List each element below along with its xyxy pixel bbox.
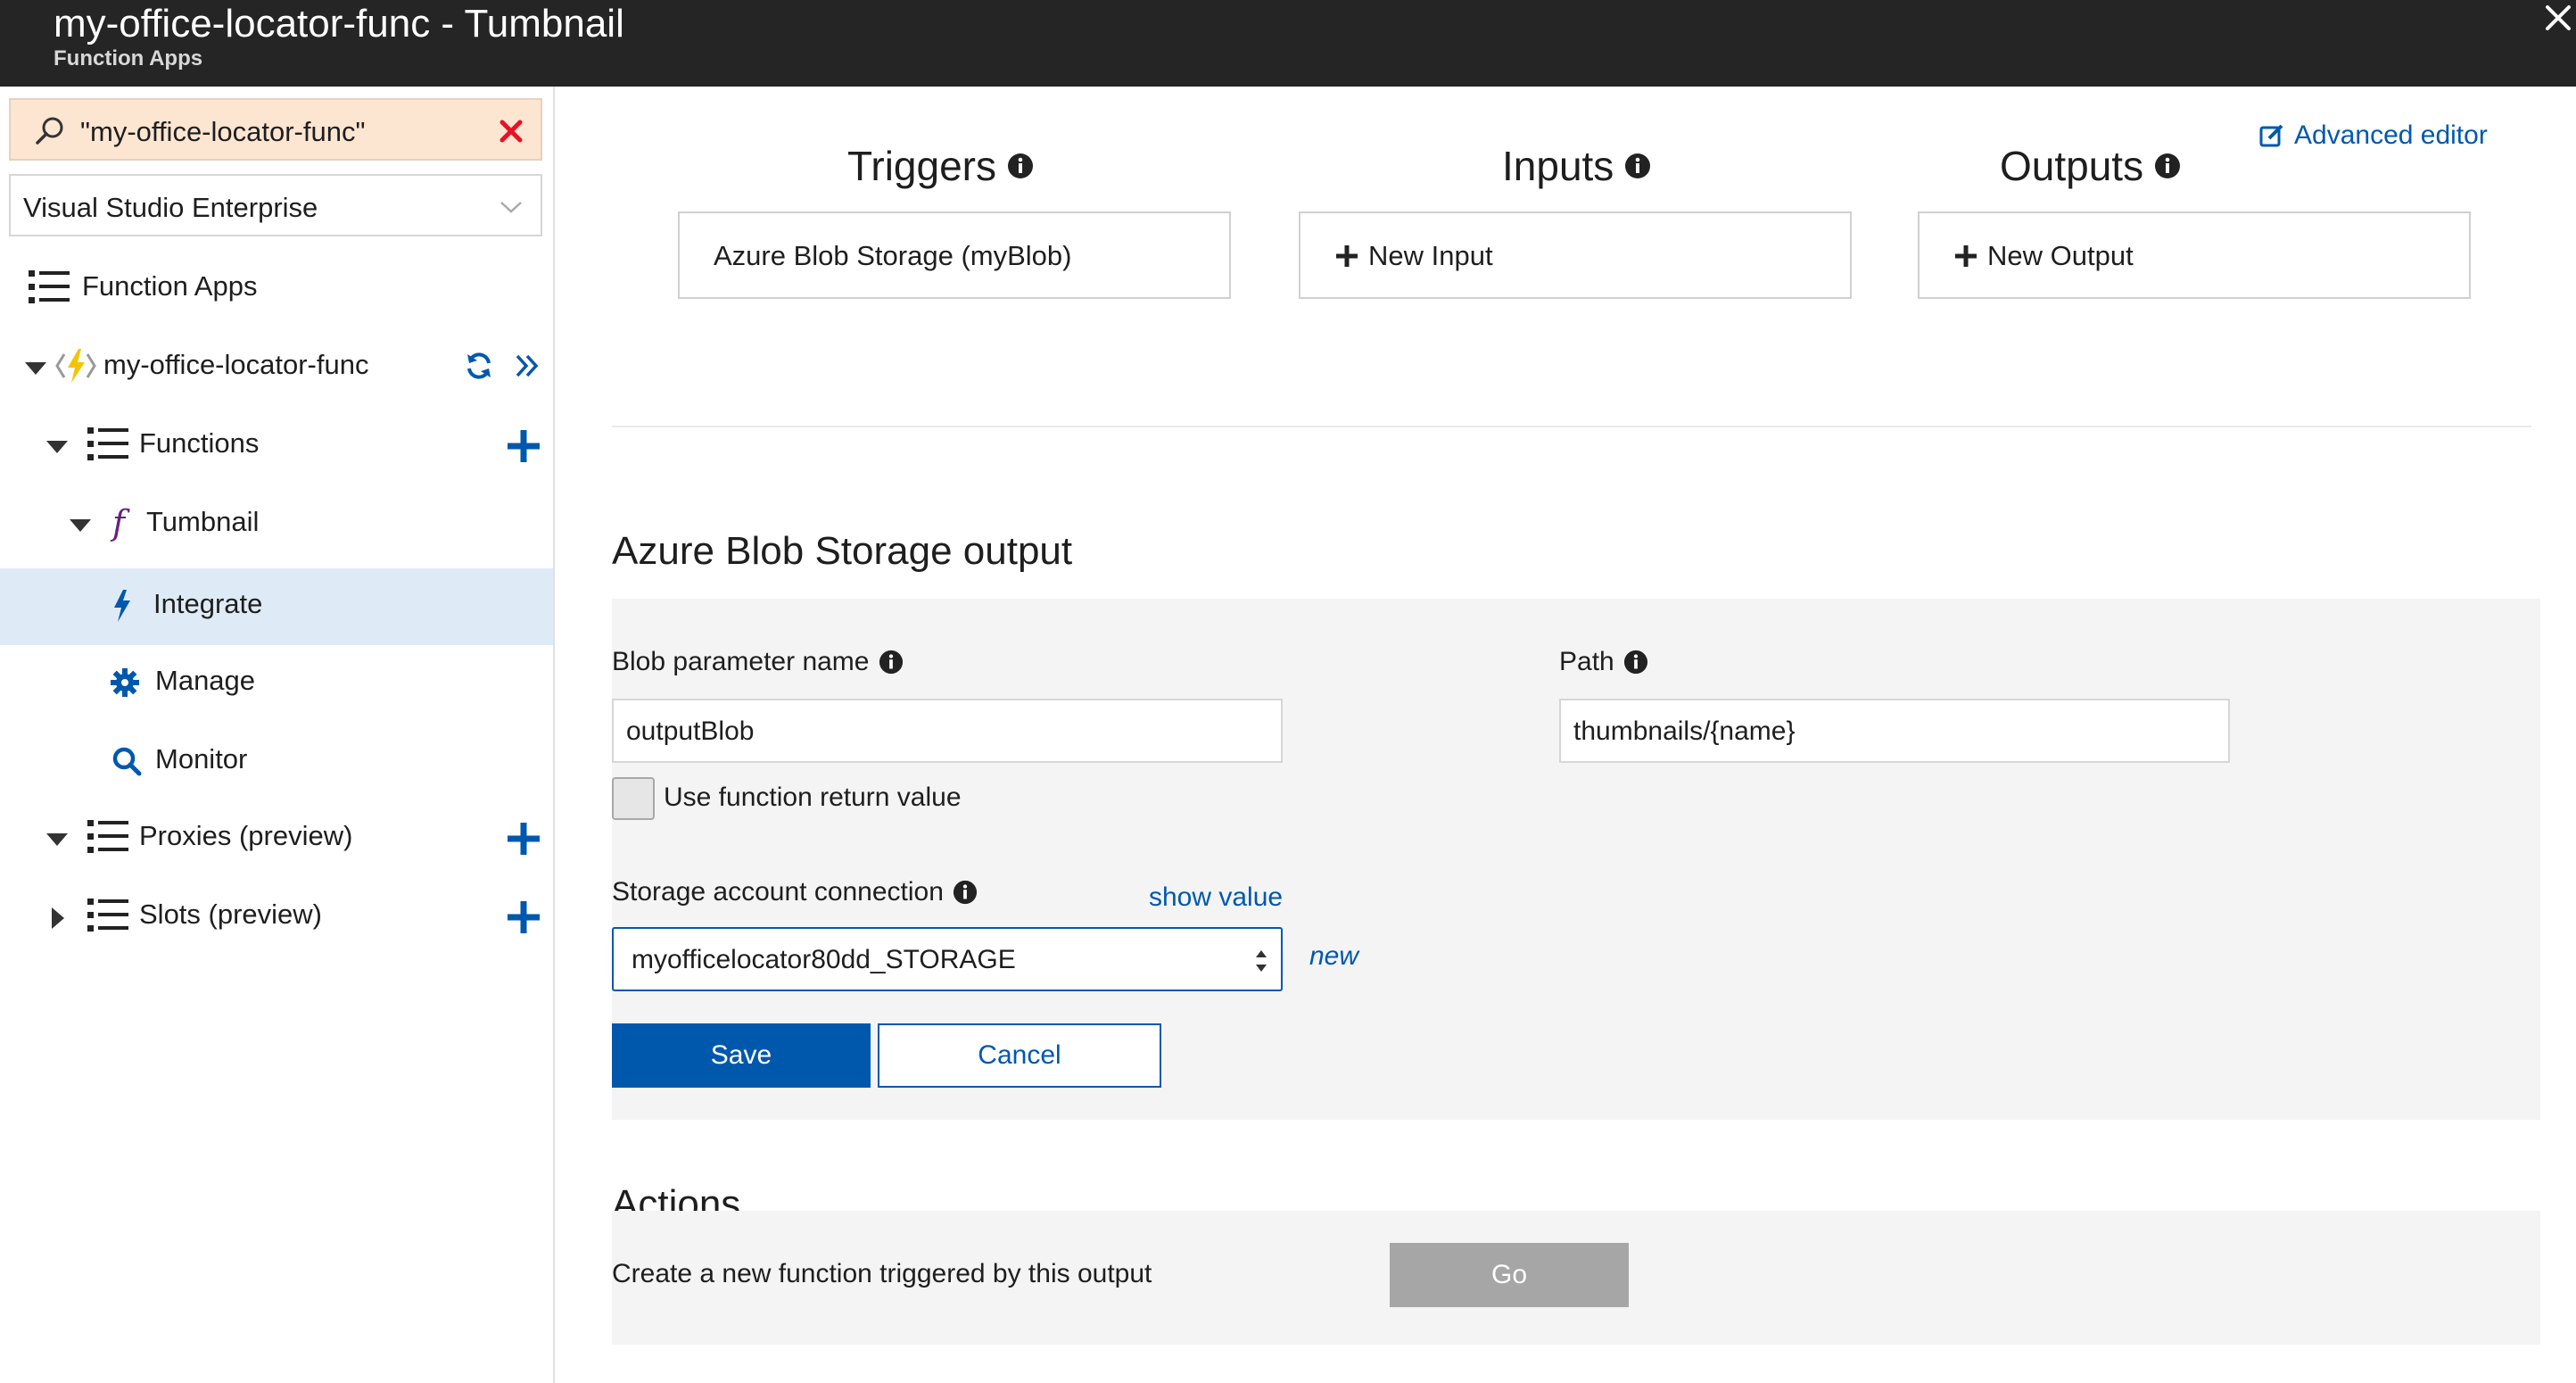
- new-input-label: New Input: [1368, 240, 1493, 271]
- inputs-heading: Inputs: [1502, 142, 1651, 190]
- info-icon[interactable]: [1007, 153, 1034, 179]
- sidebar-item-label: Functions: [139, 427, 260, 459]
- info-icon[interactable]: [2154, 153, 2181, 179]
- cancel-button[interactable]: Cancel: [878, 1023, 1161, 1088]
- blob-param-input[interactable]: outputBlob: [612, 699, 1283, 763]
- select-arrows-icon: [1256, 950, 1267, 972]
- caret-right-icon[interactable]: [46, 906, 71, 931]
- main-content: Advanced editor Triggers Inputs Outputs …: [557, 87, 2576, 1383]
- list-icon: [86, 895, 130, 936]
- path-label: Path: [1559, 647, 1648, 677]
- function-icon: f: [109, 502, 136, 543]
- search-icon: [111, 745, 143, 777]
- caret-down-icon[interactable]: [45, 827, 70, 852]
- sidebar-item-function-apps[interactable]: Function Apps: [0, 251, 553, 327]
- subscription-value: Visual Studio Enterprise: [23, 192, 318, 223]
- sidebar-item-label: Function Apps: [82, 270, 258, 302]
- sidebar-item-label: Monitor: [155, 743, 248, 774]
- storage-connection-select[interactable]: myofficelocator80dd_STORAGE: [612, 927, 1283, 991]
- sidebar-item-proxies[interactable]: Proxies (preview): [0, 800, 553, 877]
- path-label-text: Path: [1559, 647, 1614, 676]
- list-icon: [86, 424, 130, 465]
- refresh-icon[interactable]: [464, 351, 494, 381]
- subscription-select[interactable]: Visual Studio Enterprise: [9, 174, 542, 236]
- new-input-box[interactable]: New Input: [1299, 211, 1852, 299]
- search-value: "my-office-locator-func": [80, 116, 366, 147]
- sidebar-item-label: Tumbnail: [146, 506, 260, 537]
- list-icon: [86, 816, 130, 857]
- info-icon[interactable]: [953, 880, 978, 905]
- go-button[interactable]: Go: [1390, 1243, 1629, 1307]
- caret-down-icon[interactable]: [23, 356, 48, 381]
- gear-icon: [109, 667, 141, 699]
- svg-text:f: f: [110, 503, 130, 542]
- caret-down-icon[interactable]: [45, 435, 70, 460]
- info-icon[interactable]: [879, 650, 904, 675]
- close-icon[interactable]: [2540, 0, 2576, 39]
- new-connection-link[interactable]: new: [1309, 941, 1358, 972]
- new-output-box[interactable]: New Output: [1918, 211, 2471, 299]
- search-input[interactable]: "my-office-locator-func": [9, 98, 542, 161]
- function-app-icon: [55, 345, 96, 386]
- clear-icon[interactable]: [498, 118, 524, 145]
- divider: [612, 426, 2531, 427]
- outputs-heading: Outputs: [2000, 142, 2181, 190]
- save-button[interactable]: Save: [612, 1023, 871, 1088]
- sidebar-item-label: Proxies (preview): [139, 820, 353, 851]
- path-input[interactable]: thumbnails/{name}: [1559, 699, 2230, 763]
- chevron-down-icon: [498, 194, 524, 220]
- plus-icon: [1336, 245, 1358, 267]
- blob-param-label-text: Blob parameter name: [612, 647, 870, 676]
- trigger-box-label: Azure Blob Storage (myBlob): [714, 240, 1072, 271]
- sidebar-item-label: Slots (preview): [139, 899, 322, 930]
- edit-icon: [2259, 124, 2283, 147]
- sidebar-item-functions[interactable]: Functions: [0, 408, 553, 484]
- search-icon: [34, 115, 66, 147]
- sidebar-item-label: Integrate: [153, 588, 263, 619]
- outputs-heading-label: Outputs: [2000, 143, 2144, 189]
- expand-double-chevron-icon[interactable]: [512, 351, 542, 381]
- sidebar: "my-office-locator-func" Visual Studio E…: [0, 87, 555, 1383]
- trigger-box[interactable]: Azure Blob Storage (myBlob): [678, 211, 1231, 299]
- sidebar-item-label: Manage: [155, 665, 256, 696]
- triggers-heading: Triggers: [847, 142, 1034, 190]
- list-icon: [27, 267, 71, 308]
- actions-description: Create a new function triggered by this …: [612, 1259, 1152, 1288]
- add-function-icon[interactable]: [505, 427, 542, 465]
- sidebar-item-function-app[interactable]: my-office-locator-func: [0, 329, 553, 406]
- new-output-label: New Output: [1987, 240, 2134, 271]
- advanced-editor-label: Advanced editor: [2294, 120, 2488, 150]
- lightning-icon: [111, 588, 134, 624]
- inputs-heading-label: Inputs: [1502, 143, 1614, 189]
- storage-connection-value: myofficelocator80dd_STORAGE: [632, 945, 1016, 974]
- sidebar-item-monitor[interactable]: Monitor: [0, 724, 553, 800]
- add-slot-icon[interactable]: [505, 899, 542, 936]
- new-output-content: New Output: [1953, 240, 2134, 272]
- sidebar-item-manage[interactable]: Manage: [0, 645, 553, 722]
- triggers-heading-label: Triggers: [847, 143, 996, 189]
- sidebar-item-integrate[interactable]: Integrate: [0, 568, 553, 645]
- storage-label: Storage account connection: [612, 877, 978, 907]
- advanced-editor-link[interactable]: Advanced editor: [2258, 120, 2488, 151]
- sidebar-item-label: my-office-locator-func: [103, 349, 369, 380]
- sidebar-item-tumbnail[interactable]: f Tumbnail: [0, 486, 553, 563]
- show-value-link[interactable]: show value: [1149, 882, 1283, 913]
- use-return-value-label: Use function return value: [664, 783, 962, 812]
- plus-icon: [1955, 245, 1977, 267]
- new-input-content: New Input: [1334, 240, 1493, 272]
- info-icon[interactable]: [1624, 153, 1651, 179]
- info-icon[interactable]: [1623, 650, 1648, 675]
- caret-down-icon[interactable]: [68, 513, 93, 538]
- use-return-value-checkbox[interactable]: [612, 777, 655, 820]
- title-bar: my-office-locator-func - Tumbnail Functi…: [0, 0, 2576, 87]
- add-proxy-icon[interactable]: [505, 820, 542, 857]
- window-title: my-office-locator-func - Tumbnail: [54, 2, 624, 46]
- sidebar-item-slots[interactable]: Slots (preview): [0, 879, 553, 956]
- window-subtitle: Function Apps: [54, 46, 203, 70]
- output-section-title: Azure Blob Storage output: [612, 529, 1073, 573]
- storage-label-text: Storage account connection: [612, 877, 944, 907]
- blob-param-label: Blob parameter name: [612, 647, 904, 677]
